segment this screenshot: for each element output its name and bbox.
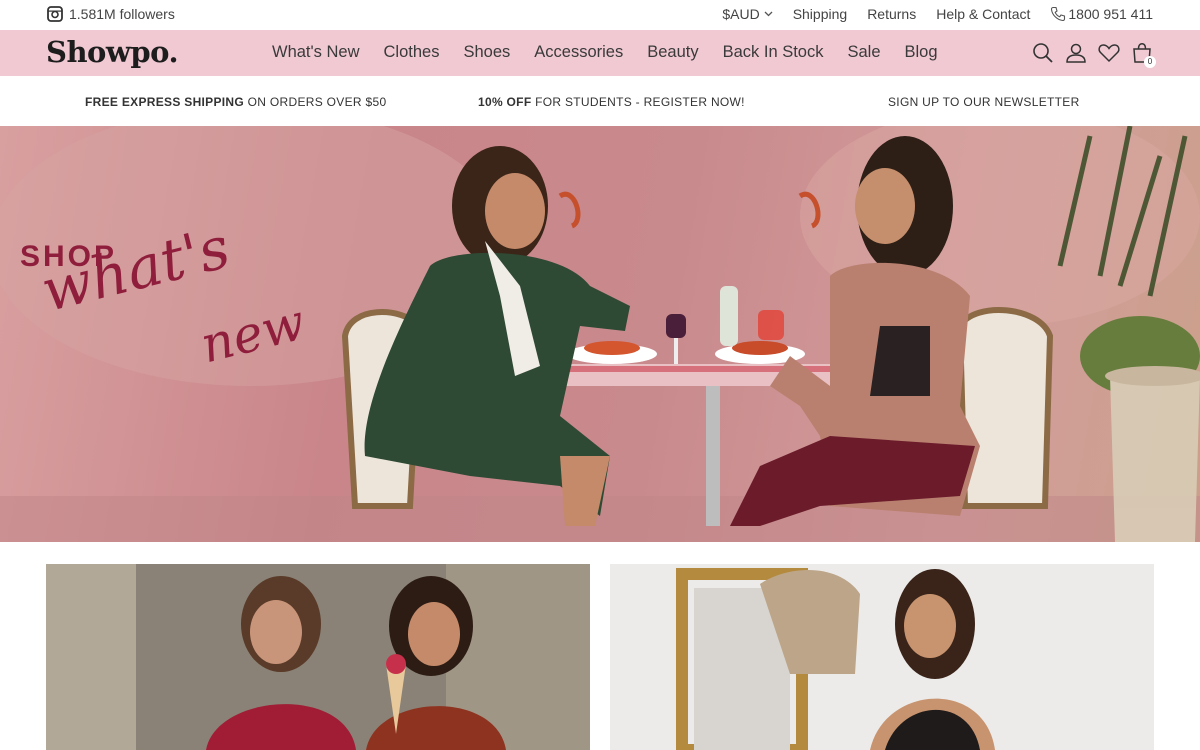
promo-students[interactable]: 10% OFF FOR STUDENTS - REGISTER NOW! <box>478 95 745 109</box>
chevron-down-icon <box>764 11 773 17</box>
shipping-link[interactable]: Shipping <box>793 6 848 22</box>
header-actions: 0 <box>1022 41 1156 68</box>
instagram-followers[interactable]: 1.581M followers <box>47 6 175 22</box>
utility-links: $AUD Shipping Returns Help & Contact 180… <box>702 6 1153 22</box>
hero-banner[interactable]: SHOP what's new <box>0 126 1200 542</box>
nav-accessories[interactable]: Accessories <box>534 43 623 62</box>
promo-free-shipping[interactable]: FREE EXPRESS SHIPPING ON ORDERS OVER $50 <box>85 95 386 109</box>
promo-shipping-rest: ON ORDERS OVER $50 <box>244 95 387 109</box>
followers-count: 1.581M followers <box>69 6 175 22</box>
nav-clothes[interactable]: Clothes <box>384 43 440 62</box>
currency-selector[interactable]: $AUD <box>722 6 773 22</box>
search-icon[interactable] <box>1031 41 1055 65</box>
nav-sale[interactable]: Sale <box>847 43 880 62</box>
phone-icon <box>1051 6 1066 22</box>
promo-students-bold: 10% OFF <box>478 95 532 109</box>
currency-label: $AUD <box>722 6 760 22</box>
category-tile-right[interactable] <box>610 564 1154 750</box>
nav-blog[interactable]: Blog <box>905 43 938 62</box>
phone-link[interactable]: 1800 951 411 <box>1050 6 1153 22</box>
tile-right-photo <box>610 564 1154 750</box>
tile-left-photo <box>46 564 590 750</box>
promo-strip: FREE EXPRESS SHIPPING ON ORDERS OVER $50… <box>0 76 1200 126</box>
shopping-bag-button[interactable]: 0 <box>1130 41 1156 68</box>
nav-shoes[interactable]: Shoes <box>463 43 510 62</box>
promo-newsletter[interactable]: SIGN UP TO OUR NEWSLETTER <box>888 95 1080 109</box>
main-header: Showpo. What's New Clothes Shoes Accesso… <box>0 30 1200 76</box>
category-tile-left[interactable] <box>46 564 590 750</box>
help-contact-link[interactable]: Help & Contact <box>936 6 1030 22</box>
account-icon[interactable] <box>1064 41 1088 65</box>
nav-whats-new[interactable]: What's New <box>272 43 360 62</box>
nav-back-in-stock[interactable]: Back In Stock <box>723 43 824 62</box>
phone-number: 1800 951 411 <box>1068 6 1153 22</box>
top-utility-bar: 1.581M followers $AUD Shipping Returns H… <box>0 0 1200 30</box>
hero-photo <box>0 126 1200 542</box>
wishlist-heart-icon[interactable] <box>1097 41 1121 65</box>
promo-students-rest: FOR STUDENTS - REGISTER NOW! <box>531 95 745 109</box>
nav-beauty[interactable]: Beauty <box>647 43 698 62</box>
instagram-icon <box>47 6 63 22</box>
bag-count-badge: 0 <box>1144 56 1156 68</box>
main-nav: What's New Clothes Shoes Accessories Bea… <box>272 43 962 62</box>
promo-shipping-bold: FREE EXPRESS SHIPPING <box>85 95 245 109</box>
returns-link[interactable]: Returns <box>867 6 916 22</box>
site-logo[interactable]: Showpo. <box>46 35 179 69</box>
